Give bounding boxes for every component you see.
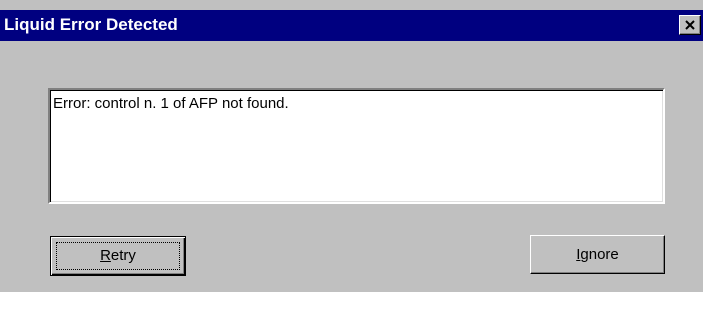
title-bar[interactable]: Liquid Error Detected xyxy=(0,10,703,41)
error-message-box: Error: control n. 1 of AFP not found. xyxy=(48,88,665,204)
close-icon xyxy=(685,20,695,30)
ignore-label: Ignore xyxy=(576,245,619,263)
dialog-title: Liquid Error Detected xyxy=(4,15,178,34)
error-dialog: Liquid Error Detected Error: control n. … xyxy=(0,0,703,292)
retry-label: Retry xyxy=(100,247,136,264)
ignore-button[interactable]: Ignore xyxy=(530,235,665,274)
error-message: Error: control n. 1 of AFP not found. xyxy=(53,95,289,112)
close-button[interactable] xyxy=(679,15,701,35)
retry-button[interactable]: Retry xyxy=(50,236,186,276)
